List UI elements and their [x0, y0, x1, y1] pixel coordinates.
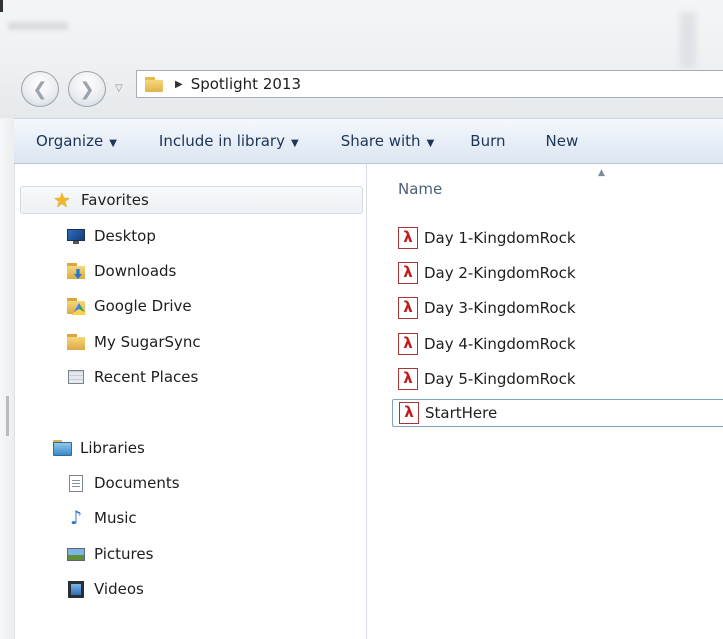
file-item[interactable]: λ Day 2-KingdomRock [392, 259, 723, 287]
pictures-icon [66, 545, 86, 563]
file-item[interactable]: λ Day 5-KingdomRock [392, 365, 723, 393]
documents-icon [66, 474, 86, 492]
nav-item-pictures[interactable]: Pictures [66, 540, 153, 568]
pdf-icon: λ [398, 262, 418, 284]
file-name: Day 3-KingdomRock [424, 299, 576, 317]
back-button[interactable]: ❮ [21, 71, 59, 107]
file-name: Day 2-KingdomRock [424, 264, 576, 282]
forward-arrow-icon: ❯ [79, 78, 95, 100]
nav-item-label: My SugarSync [94, 333, 201, 351]
music-icon: ♪ [70, 507, 83, 529]
sort-ascending-icon: ▲ [598, 168, 605, 178]
back-arrow-icon: ❮ [32, 78, 48, 100]
file-name: StartHere [425, 404, 498, 422]
nav-item-label: Pictures [94, 545, 154, 563]
blurred-window-edge [680, 12, 696, 68]
nav-item-google-drive[interactable]: Google Drive [66, 292, 192, 320]
address-bar[interactable]: ▶ Spotlight 2013 [136, 70, 723, 98]
include-in-library-button[interactable]: Include in library ▼ [149, 132, 309, 150]
nav-item-label: Desktop [94, 227, 156, 245]
recent-places-icon [66, 368, 86, 386]
breadcrumb-current-folder[interactable]: Spotlight 2013 [191, 75, 301, 93]
pdf-icon: λ [398, 368, 418, 390]
organize-label: Organize [36, 132, 104, 150]
nav-item-videos[interactable]: Videos [66, 575, 144, 603]
folder-icon [66, 333, 86, 351]
file-item[interactable]: λ Day 4-KingdomRock [392, 330, 723, 358]
downloads-folder-icon [66, 262, 86, 280]
recent-pages-dropdown[interactable]: ▽ [115, 84, 125, 94]
nav-libraries-label: Libraries [80, 439, 145, 457]
breadcrumb-arrow-icon[interactable]: ▶ [175, 79, 183, 90]
column-header-name[interactable]: Name [398, 180, 442, 198]
blurred-title-text [8, 22, 68, 30]
share-with-label: Share with [340, 132, 421, 150]
file-item[interactable]: λ Day 3-KingdomRock [392, 294, 723, 322]
nav-item-documents[interactable]: Documents [66, 469, 180, 497]
burn-button[interactable]: Burn [460, 132, 515, 150]
forward-button[interactable]: ❯ [68, 71, 106, 107]
google-drive-folder-icon [66, 297, 86, 315]
edge-mark [6, 396, 9, 436]
chevron-down-icon: ▽ [115, 83, 123, 94]
nav-item-desktop[interactable]: Desktop [66, 222, 156, 250]
pdf-icon: λ [398, 227, 418, 249]
libraries-icon [52, 439, 72, 457]
file-name: Day 1-KingdomRock [424, 229, 576, 247]
new-folder-button[interactable]: New [536, 132, 589, 150]
nav-item-recent-places[interactable]: Recent Places [66, 363, 198, 391]
share-with-button[interactable]: Share with ▼ [331, 132, 445, 150]
desktop-icon [66, 227, 86, 245]
nav-item-label: Recent Places [94, 368, 199, 386]
nav-item-label: Documents [94, 474, 180, 492]
folder-icon [145, 76, 163, 92]
pdf-icon: λ [399, 402, 419, 424]
nav-item-label: Videos [94, 580, 144, 598]
star-icon: ★ [53, 188, 71, 212]
nav-item-label: Google Drive [94, 297, 192, 315]
nav-item-downloads[interactable]: Downloads [66, 257, 176, 285]
nav-item-label: Music [94, 509, 137, 527]
window-title-area [0, 0, 723, 118]
nav-item-music[interactable]: ♪ Music [66, 504, 137, 532]
title-fragment [0, 0, 3, 12]
include-in-library-label: Include in library [158, 132, 285, 150]
file-name: Day 4-KingdomRock [424, 335, 576, 353]
file-item-focused[interactable]: λ StartHere [392, 399, 723, 427]
chevron-down-icon: ▼ [290, 138, 299, 149]
chevron-down-icon: ▼ [426, 138, 435, 149]
pdf-icon: λ [398, 333, 418, 355]
command-bar: Organize ▼ Include in library ▼ Share with… [14, 118, 723, 164]
file-name: Day 5-KingdomRock [424, 370, 576, 388]
nav-favorites[interactable]: ★ Favorites [20, 186, 363, 214]
videos-icon [66, 580, 86, 598]
pdf-icon: λ [398, 297, 418, 319]
file-item[interactable]: λ Day 1-KingdomRock [392, 224, 723, 252]
chevron-down-icon: ▼ [109, 138, 117, 149]
nav-libraries[interactable]: Libraries [52, 434, 145, 462]
nav-favorites-label: Favorites [81, 191, 149, 209]
nav-item-my-sugarsync[interactable]: My SugarSync [66, 328, 201, 356]
organize-button[interactable]: Organize ▼ [26, 132, 127, 150]
window-edge [0, 118, 14, 639]
pane-splitter[interactable] [366, 164, 367, 639]
nav-item-label: Downloads [94, 262, 177, 280]
